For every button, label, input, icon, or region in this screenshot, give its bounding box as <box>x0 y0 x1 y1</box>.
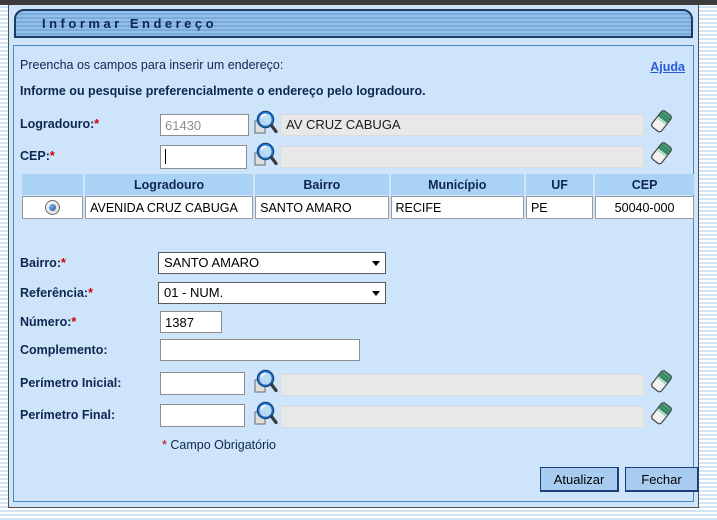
chevron-down-icon <box>372 291 380 296</box>
logradouro-search-button[interactable] <box>252 110 278 138</box>
form-panel: Preencha os campos para inserir um ender… <box>13 45 694 502</box>
perimetro-final-description-field <box>280 406 644 428</box>
column-header-bairro: Bairro <box>255 174 388 195</box>
required-marker: * <box>50 149 55 163</box>
column-header-select <box>22 174 83 195</box>
complemento-label: Complemento: <box>20 343 108 357</box>
sub-instruction-text: Informe ou pesquise preferencialmente o … <box>20 84 426 98</box>
perimetro-inicial-input[interactable] <box>160 372 245 395</box>
dialog-title-bar: Informar Endereço <box>14 9 693 38</box>
perimetro-inicial-search-button[interactable] <box>252 369 278 397</box>
cep-label: CEP:* <box>20 149 55 163</box>
cell-uf: PE <box>526 196 593 219</box>
logradouro-code-input[interactable] <box>160 114 249 136</box>
bairro-select[interactable]: SANTO AMARO <box>158 252 386 274</box>
perimetro-inicial-description-field <box>280 374 644 396</box>
cell-municipio: RECIFE <box>391 196 524 219</box>
atualizar-button[interactable]: Atualizar <box>540 467 619 492</box>
column-header-logradouro: Logradouro <box>85 174 253 195</box>
search-icon <box>252 110 278 138</box>
instruction-text: Preencha os campos para inserir um ender… <box>20 58 283 72</box>
help-link[interactable]: Ajuda <box>650 60 685 74</box>
search-icon <box>252 401 278 429</box>
row-select-radio[interactable] <box>45 200 60 215</box>
perimetro-final-label: Perímetro Final: <box>20 408 115 422</box>
logradouro-label: Logradouro:* <box>20 117 99 131</box>
cell-cep: 50040-000 <box>595 196 694 219</box>
column-header-municipio: Município <box>391 174 524 195</box>
required-marker: * <box>94 117 99 131</box>
perimetro-inicial-label: Perímetro Inicial: <box>20 376 121 390</box>
column-header-cep: CEP <box>595 174 694 195</box>
required-marker: * <box>61 256 66 270</box>
complemento-input[interactable] <box>160 339 360 361</box>
eraser-icon <box>649 400 673 427</box>
cell-logradouro: AVENIDA CRUZ CABUGA <box>85 196 253 219</box>
text-caret <box>165 149 166 164</box>
eraser-icon <box>649 368 673 395</box>
perimetro-final-search-button[interactable] <box>252 401 278 429</box>
search-icon <box>252 369 278 397</box>
referencia-label: Referência:* <box>20 286 93 300</box>
table-row: AVENIDA CRUZ CABUGA SANTO AMARO RECIFE P… <box>22 196 694 219</box>
search-icon <box>252 142 278 170</box>
cep-clear-button[interactable] <box>648 140 674 168</box>
numero-input[interactable] <box>160 311 222 333</box>
column-header-uf: UF <box>526 174 593 195</box>
table-header-row: Logradouro Bairro Município UF CEP <box>22 174 694 195</box>
required-marker: * <box>88 286 93 300</box>
required-marker: * <box>71 315 76 329</box>
page-background: Informar Endereço Preencha os campos par… <box>0 0 717 520</box>
perimetro-final-input[interactable] <box>160 404 245 427</box>
cep-search-button[interactable] <box>252 142 278 170</box>
perimetro-inicial-clear-button[interactable] <box>648 368 674 396</box>
referencia-select[interactable]: 01 - NUM. <box>158 282 386 304</box>
fechar-button[interactable]: Fechar <box>625 467 699 492</box>
perimetro-final-clear-button[interactable] <box>648 400 674 428</box>
dialog-title: Informar Endereço <box>16 16 217 31</box>
logradouro-clear-button[interactable] <box>648 108 674 136</box>
logradouro-description-field: AV CRUZ CABUGA <box>280 114 644 136</box>
eraser-icon <box>649 108 673 135</box>
cell-bairro: SANTO AMARO <box>255 196 388 219</box>
address-results-table: Logradouro Bairro Município UF CEP AVENI… <box>20 173 696 220</box>
required-field-note: * Campo Obrigatório <box>162 438 276 452</box>
cep-description-field <box>280 146 644 168</box>
eraser-icon <box>649 140 673 167</box>
bairro-label: Bairro:* <box>20 256 66 270</box>
cep-code-input[interactable] <box>160 145 247 169</box>
chevron-down-icon <box>372 261 380 266</box>
numero-label: Número:* <box>20 315 76 329</box>
informar-endereco-dialog: Informar Endereço Preencha os campos par… <box>8 5 699 508</box>
